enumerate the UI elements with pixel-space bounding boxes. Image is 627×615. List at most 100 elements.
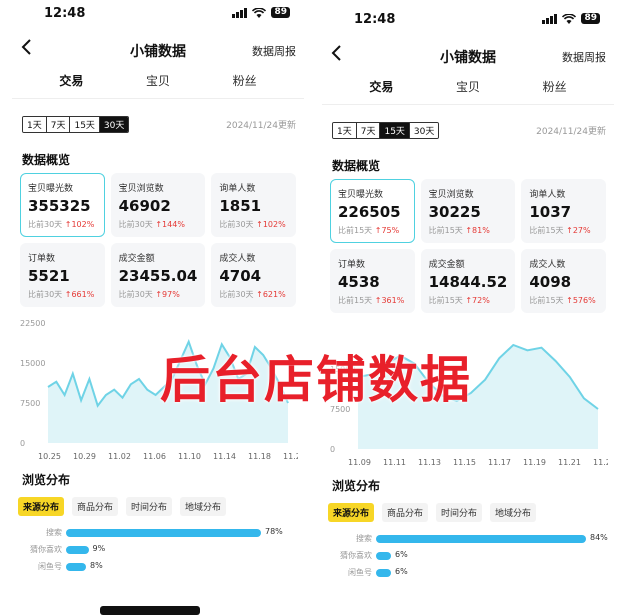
metric-card[interactable]: 宝贝浏览数 30225 比前15天 ↑81%: [420, 179, 516, 243]
range-option-3[interactable]: 30天: [409, 122, 439, 138]
status-bar: 12:48 89: [318, 6, 618, 36]
metric-card[interactable]: 宝贝曝光数 226505 比前15天 ↑75%: [330, 179, 415, 243]
distribution-tab-0[interactable]: 来源分布: [328, 503, 375, 522]
metric-label: 成交人数: [529, 260, 566, 270]
metric-value: 4098: [529, 273, 572, 291]
up-arrow-icon: ↑: [256, 290, 263, 299]
distribution-percent: 8%: [90, 560, 103, 570]
metric-card[interactable]: 成交金额 23455.04 比前30天 ↑97%: [110, 243, 206, 307]
metric-change: 621%: [262, 290, 286, 299]
distribution-tab-1[interactable]: 商品分布: [72, 497, 119, 516]
distribution-tab-2[interactable]: 时间分布: [436, 503, 483, 522]
metric-compare: 比前30天 ↑102%: [28, 219, 97, 230]
distribution-tab-3[interactable]: 地域分布: [490, 503, 537, 522]
metric-change: 81%: [472, 226, 490, 235]
metric-change: 144%: [162, 220, 185, 229]
metric-card[interactable]: 订单数 4538 比前15天 ↑361%: [330, 249, 415, 313]
metric-change: 75%: [381, 226, 400, 235]
compare-period: 比前15天: [529, 296, 564, 305]
metric-label: 成交人数: [219, 254, 256, 264]
x-tick-label: 11.02: [108, 452, 131, 461]
metric-card[interactable]: 成交人数 4704 比前30天 ↑621%: [211, 243, 296, 307]
metric-label: 宝贝浏览数: [118, 184, 164, 194]
distribution-tab-0[interactable]: 来源分布: [18, 497, 65, 516]
compare-period: 比前30天: [118, 220, 153, 229]
weekly-report-link[interactable]: 数据周报: [252, 43, 296, 59]
metric-value: 23455.04: [118, 267, 198, 285]
compare-period: 比前30天: [28, 290, 63, 299]
x-tick-label: 11.23: [283, 452, 298, 461]
compare-period: 比前15天: [529, 226, 564, 235]
y-tick-label: 22500: [20, 319, 45, 328]
metric-card[interactable]: 成交人数 4098 比前15天 ↑576%: [521, 249, 606, 313]
range-option-0[interactable]: 1天: [333, 122, 357, 138]
distribution-bar: [66, 562, 86, 571]
distribution-label: 搜索: [46, 528, 62, 537]
x-tick-label: 11.15: [453, 458, 476, 467]
up-arrow-icon: ↑: [566, 226, 573, 235]
tab-1[interactable]: 宝贝: [146, 70, 170, 96]
range-option-1[interactable]: 7天: [46, 116, 71, 132]
distribution-row: 猜你喜欢 9%: [18, 541, 308, 558]
metric-label: 宝贝浏览数: [428, 190, 474, 200]
updated-date: 2024/11/24更新: [536, 127, 606, 137]
metric-compare: 比前15天 ↑361%: [338, 295, 407, 306]
main-tabs: 交易 宝贝 粉丝: [318, 76, 618, 102]
metric-change: 97%: [162, 290, 180, 299]
distribution-row: 搜索 84%: [328, 530, 618, 547]
range-option-1[interactable]: 7天: [356, 122, 381, 138]
date-range-bar: 1天 7天 15天 30天 2024/11/24更新: [8, 109, 308, 139]
range-option-2[interactable]: 15天: [70, 116, 100, 132]
distribution-bar: [66, 545, 89, 554]
range-selector: 1天 7天 15天 30天: [332, 121, 440, 139]
tab-0[interactable]: 交易: [57, 70, 86, 96]
metric-card[interactable]: 询单人数 1037 比前15天 ↑27%: [521, 179, 606, 243]
up-arrow-icon: ↑: [566, 296, 573, 305]
metric-label: 订单数: [338, 260, 366, 270]
metric-compare: 比前30天 ↑97%: [119, 289, 198, 300]
distribution-label: 搜索: [356, 534, 372, 543]
tab-1[interactable]: 宝贝: [456, 76, 480, 102]
battery-icon: 89: [581, 13, 600, 24]
metric-value: 1851: [219, 197, 262, 215]
signal-icon: [542, 13, 558, 24]
x-tick-label: 11.10: [178, 452, 201, 461]
x-tick-label: 11.23: [593, 458, 608, 467]
divider: [12, 98, 304, 99]
range-option-3[interactable]: 30天: [99, 116, 129, 132]
metric-card[interactable]: 宝贝浏览数 46902 比前30天 ↑144%: [110, 173, 206, 237]
phone-screen-15-day: 12:48 89 小铺数据 数据周报 交易 宝贝 粉丝 1天 7天 15天 30天 2024/…: [318, 6, 618, 615]
metric-value: 14844.52: [428, 273, 508, 291]
tab-0[interactable]: 交易: [367, 76, 396, 102]
distribution-tab-1[interactable]: 商品分布: [382, 503, 429, 522]
metric-label: 宝贝曝光数: [338, 190, 384, 200]
metric-compare: 比前30天 ↑621%: [219, 289, 288, 300]
distribution-label: 闲鱼号: [38, 562, 62, 571]
range-option-2[interactable]: 15天: [380, 122, 410, 138]
metric-card[interactable]: 成交金额 14844.52 比前15天 ↑72%: [420, 249, 516, 313]
compare-period: 比前30天: [219, 290, 254, 299]
metric-change: 102%: [71, 220, 95, 229]
nav-bar: 小铺数据 数据周报: [8, 30, 308, 70]
metric-label: 询单人数: [219, 184, 256, 194]
metric-card[interactable]: 订单数 5521 比前30天 ↑661%: [20, 243, 105, 307]
weekly-report-link[interactable]: 数据周报: [562, 49, 606, 65]
metric-compare: 比前15天 ↑75%: [338, 225, 407, 236]
x-tick-label: 11.09: [348, 458, 371, 467]
tab-2[interactable]: 粉丝: [233, 70, 257, 96]
metrics-grid: 宝贝曝光数 355325 比前30天 ↑102% 宝贝浏览数 46902 比前3…: [8, 173, 308, 307]
distribution-tab-3[interactable]: 地域分布: [180, 497, 227, 516]
metric-compare: 比前30天 ↑144%: [119, 219, 198, 230]
phone-screen-30-day: 12:48 89 小铺数据 数据周报 交易 宝贝 粉丝 1天 7天 15天 30天 2024/…: [8, 0, 308, 615]
metric-card[interactable]: 宝贝曝光数 355325 比前30天 ↑102%: [20, 173, 105, 237]
metric-card[interactable]: 询单人数 1851 比前30天 ↑102%: [211, 173, 296, 237]
distribution-tab-2[interactable]: 时间分布: [126, 497, 173, 516]
compare-period: 比前15天: [428, 296, 463, 305]
metric-compare: 比前15天 ↑576%: [529, 295, 598, 306]
y-tick-label: 0: [330, 445, 335, 454]
distribution-label: 闲鱼号: [348, 568, 372, 577]
range-option-0[interactable]: 1天: [23, 116, 47, 132]
distribution-bar: [376, 568, 391, 577]
dark-bar-decoration: [100, 606, 200, 615]
tab-2[interactable]: 粉丝: [543, 76, 567, 102]
